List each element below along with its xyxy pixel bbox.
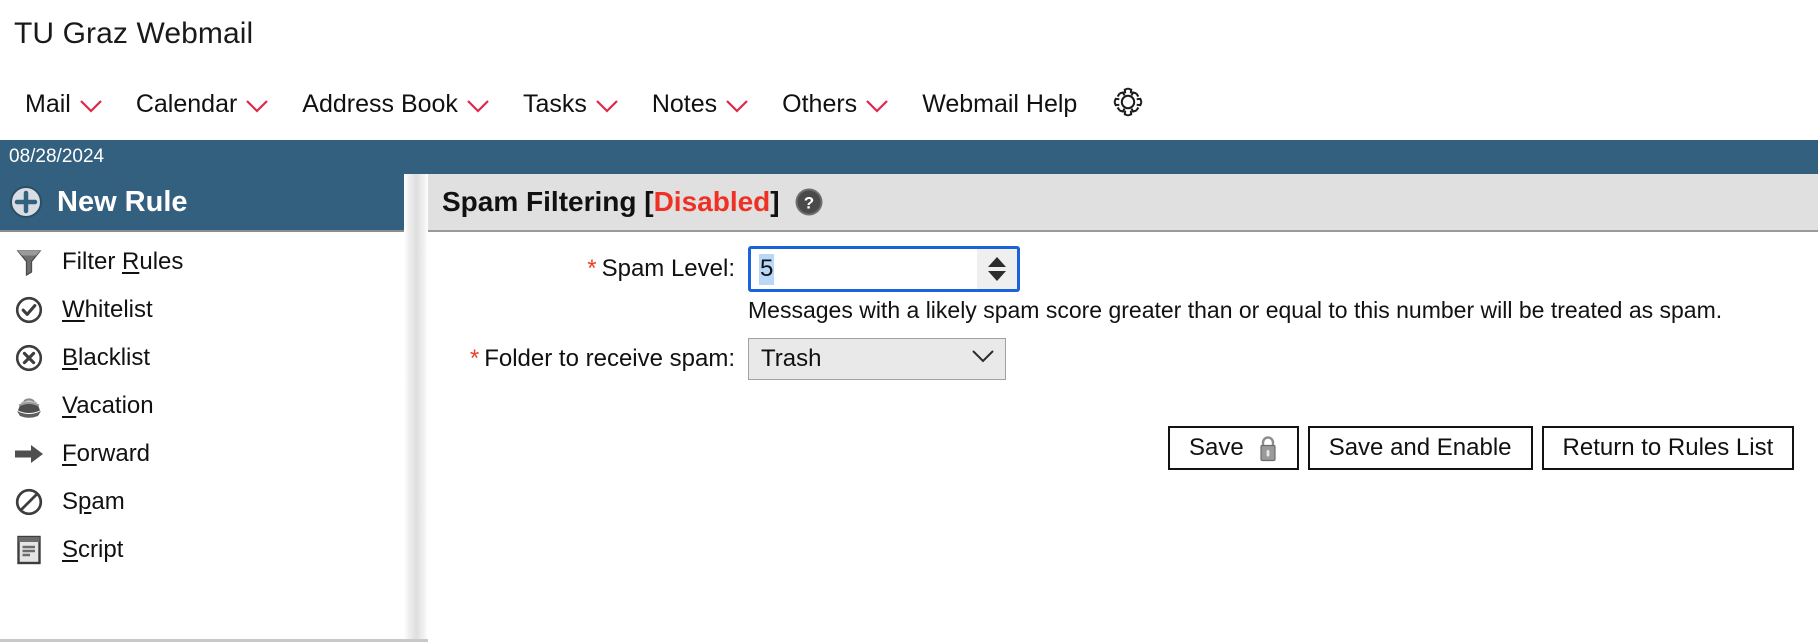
- return-to-rules-list-button[interactable]: Return to Rules List: [1541, 426, 1795, 470]
- sidebar-item-forward[interactable]: Forward: [0, 430, 404, 478]
- main-navigation: Mail Calendar Address Book Tasks Notes O…: [0, 68, 1818, 140]
- sidebar: New Rule Filter Rules Whitelist Blacklis…: [0, 174, 404, 642]
- spam-folder-select[interactable]: Trash: [748, 338, 1006, 380]
- nav-item-label: Address Book: [302, 89, 458, 118]
- sidebar-item-label: Script: [62, 536, 124, 563]
- script-icon: [14, 535, 44, 565]
- hint-spacer: [428, 296, 748, 324]
- sidebar-item-spam[interactable]: Spam: [0, 478, 404, 526]
- check-circle-icon: [14, 295, 44, 325]
- content-title-tail: ]: [770, 186, 780, 217]
- x-circle-icon: [14, 343, 44, 373]
- content-header: Spam Filtering [Disabled] ?: [428, 174, 1818, 232]
- new-rule-label: New Rule: [57, 185, 188, 218]
- lock-icon: [1258, 434, 1278, 462]
- chevron-down-icon: [467, 99, 489, 113]
- content-title: Spam Filtering [Disabled] ?: [442, 186, 824, 218]
- form-actions: Save Save and Enable Return to Rules Lis…: [428, 426, 1818, 470]
- sidebar-item-whitelist[interactable]: Whitelist: [0, 286, 404, 334]
- spam-folder-label: * Folder to receive spam:: [469, 345, 735, 372]
- spam-level-value: 5: [751, 249, 977, 289]
- brand-header: TU Graz Webmail: [0, 0, 1818, 68]
- content-pane: Spam Filtering [Disabled] ? * Spam Level:…: [428, 174, 1818, 642]
- chevron-down-icon: [866, 99, 888, 113]
- funnel-icon: [14, 247, 44, 277]
- sidebar-item-label: Forward: [62, 440, 151, 467]
- sidebar-item-label: Whitelist: [62, 296, 153, 323]
- nav-item-address-book[interactable]: Address Book: [285, 86, 506, 123]
- beach-icon: [14, 391, 44, 421]
- save-and-enable-label: Save and Enable: [1328, 434, 1512, 461]
- spam-folder-row: * Folder to receive spam: Trash: [428, 338, 1818, 380]
- sidebar-item-blacklist[interactable]: Blacklist: [0, 334, 404, 382]
- nav-item-label: Notes: [651, 89, 718, 118]
- save-and-enable-button[interactable]: Save and Enable: [1307, 426, 1533, 470]
- save-button[interactable]: Save: [1168, 426, 1299, 470]
- sidebar-item-vacation[interactable]: Vacation: [0, 382, 404, 430]
- sidebar-item-label: Filter Rules: [62, 248, 184, 275]
- triangle-down-icon[interactable]: [988, 271, 1006, 281]
- svg-text:?: ?: [803, 194, 813, 213]
- sidebar-item-script[interactable]: Script: [0, 526, 404, 574]
- triangle-up-icon[interactable]: [988, 257, 1006, 267]
- save-button-label: Save: [1189, 434, 1244, 461]
- spam-filter-form: * Spam Level: 5 Messages with a likely sp…: [428, 232, 1818, 470]
- nav-item-calendar[interactable]: Calendar: [119, 86, 285, 123]
- gear-icon: [1108, 82, 1148, 127]
- nav-item-others[interactable]: Others: [765, 86, 905, 123]
- spam-level-hint-row: Messages with a likely spam score greate…: [428, 296, 1818, 324]
- nav-item-webmail-help[interactable]: Webmail Help: [905, 86, 1094, 123]
- required-marker: *: [587, 255, 597, 282]
- settings-button[interactable]: [1094, 78, 1162, 131]
- spam-level-row: * Spam Level: 5: [428, 246, 1818, 292]
- arrow-right-icon: [14, 439, 44, 469]
- nav-item-tasks[interactable]: Tasks: [506, 86, 635, 123]
- nav-item-notes[interactable]: Notes: [635, 86, 765, 123]
- no-entry-icon: [14, 487, 44, 517]
- body-shell: New Rule Filter Rules Whitelist Blacklis…: [0, 174, 1818, 642]
- chevron-down-icon: [596, 99, 618, 113]
- chevron-down-icon: [726, 99, 748, 113]
- new-rule-button[interactable]: New Rule: [0, 174, 404, 232]
- pane-splitter[interactable]: [404, 174, 428, 642]
- nav-item-mail[interactable]: Mail: [8, 86, 119, 123]
- sidebar-item-label: Vacation: [62, 392, 154, 419]
- sidebar-item-label: Spam: [62, 488, 125, 515]
- help-circle-icon[interactable]: ?: [794, 187, 824, 217]
- spam-level-hint: Messages with a likely spam score greate…: [748, 297, 1723, 323]
- nav-item-label: Mail: [25, 89, 71, 118]
- quantity-stepper[interactable]: [977, 249, 1017, 289]
- status-badge: Disabled: [653, 186, 771, 217]
- return-to-rules-list-label: Return to Rules List: [1562, 434, 1774, 461]
- nav-item-label: Others: [782, 89, 858, 118]
- sidebar-item-label: Blacklist: [62, 344, 151, 371]
- sidebar-item-filter-rules[interactable]: Filter Rules: [0, 238, 404, 286]
- required-marker: *: [469, 345, 480, 372]
- content-title-main: Spam Filtering [: [442, 186, 654, 217]
- nav-item-label: Webmail Help: [922, 89, 1078, 118]
- chevron-down-icon: [246, 99, 269, 113]
- nav-item-label: Calendar: [135, 89, 238, 118]
- current-date: 08/28/2024: [9, 146, 105, 167]
- plus-circle-icon: [9, 185, 43, 219]
- spam-level-input[interactable]: 5: [748, 246, 1020, 292]
- chevron-down-icon: [80, 99, 102, 113]
- spam-folder-value: Trash: [761, 345, 822, 372]
- spam-level-label: * Spam Level:: [587, 255, 735, 282]
- nav-item-label: Tasks: [522, 89, 587, 118]
- page-title: TU Graz Webmail: [14, 17, 254, 50]
- date-bar: 08/28/2024: [0, 140, 1818, 174]
- chevron-down-icon: [972, 350, 994, 368]
- sidebar-list: Filter Rules Whitelist Blacklist Vacatio…: [0, 232, 404, 574]
